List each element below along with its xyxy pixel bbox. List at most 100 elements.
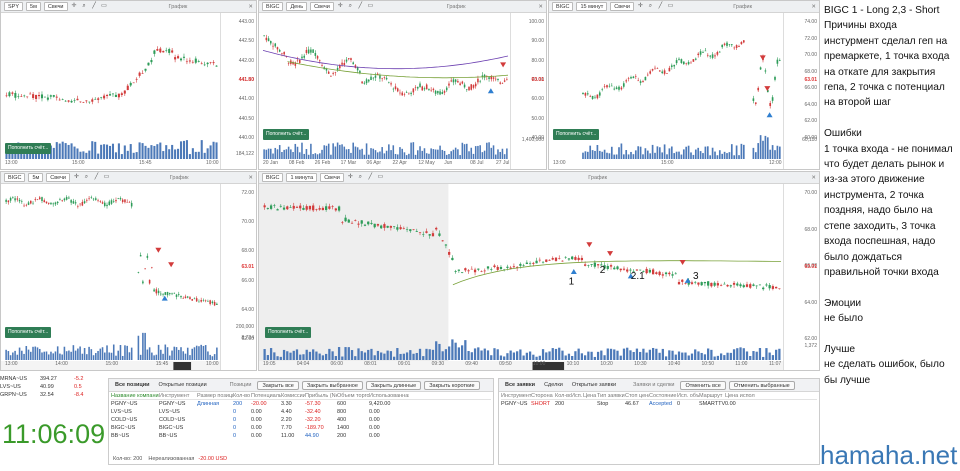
table-row[interactable]: BIGC~US BIGC~US 0 0.00 7.70 -189.70 1400 0.00 [111, 424, 491, 432]
fund-account-button[interactable]: Пополнить счёт... [263, 129, 310, 140]
trendline-icon[interactable]: ╱ [357, 3, 364, 10]
volume-bar [156, 144, 159, 159]
close-all-button[interactable]: Закрыть все [257, 380, 299, 390]
table-row[interactable]: PGNY~US PGNY~US Длинная 200 -20.00 3.30 -57.30… [111, 400, 491, 408]
chart-panel-spy[interactable]: SPY 5м Свечи ✛ ⌕ ╱ ▭ График ✕ 443.00 442.… [0, 0, 257, 170]
table-row[interactable]: LVS~US LVS~US 0 0.00 4.40 -32.40 800 0.00 [111, 408, 491, 416]
symbol-selector[interactable]: BIGC [262, 173, 284, 182]
volume-bar [668, 350, 671, 360]
candle-body [332, 72, 334, 74]
rectangle-icon[interactable]: ▭ [367, 3, 374, 10]
candle-body [263, 35, 265, 37]
table-cell: 0 [233, 409, 237, 415]
candles-area[interactable]: 122.1 3 [259, 184, 785, 371]
fund-account-button[interactable]: Пополнить счёт... [553, 129, 600, 140]
watchlist-sym: MRNA~US [0, 376, 28, 382]
table-row[interactable]: BB~US BB~US 0 0.00 11.00 44.90 200 0.00 [111, 432, 491, 440]
symbol-selector[interactable]: SPY [4, 2, 24, 11]
cancel-selected-button[interactable]: Отменить выбранные [728, 380, 795, 390]
candle-body [661, 274, 664, 276]
chart-type-selector[interactable]: Свечи [46, 173, 70, 182]
price-tick: 442.00 [238, 57, 254, 64]
tab-trades[interactable]: Сделки [541, 382, 566, 388]
trendline-icon[interactable]: ╱ [367, 174, 374, 181]
candle-body [119, 198, 122, 200]
chart-panel-bigc-day[interactable]: BIGC День Свечи ✛ ⌕ ╱ ▭ График ✕ 100.00 9… [258, 0, 547, 170]
close-icon[interactable]: ✕ [248, 4, 253, 10]
candles-area[interactable] [259, 13, 512, 170]
chart-type-selector[interactable]: Свечи [310, 2, 334, 11]
rectangle-icon[interactable]: ▭ [103, 174, 110, 181]
candle-body [279, 205, 282, 207]
candle-body [412, 229, 415, 231]
crosshair-icon[interactable]: ✛ [73, 174, 80, 181]
tab-all-orders[interactable]: Все заявки [502, 382, 538, 388]
trendline-icon[interactable]: ╱ [93, 174, 100, 181]
magnifier-icon[interactable]: ⌕ [647, 3, 654, 10]
volume-bar [661, 348, 664, 360]
watchlist-row[interactable]: MRNA~US 394.27 -5.2 [0, 375, 100, 383]
magnifier-icon[interactable]: ⌕ [81, 3, 88, 10]
rectangle-icon[interactable]: ▭ [101, 3, 108, 10]
fund-account-button[interactable]: Пополнить счёт... [5, 327, 52, 338]
tab-open-orders[interactable]: Открытые заявки [569, 382, 619, 388]
rectangle-icon[interactable]: ▭ [377, 174, 384, 181]
close-icon[interactable]: ✕ [811, 175, 816, 181]
chart-panel-bigc-15m[interactable]: BIGC 15 минут Свечи ✛ ⌕ ╱ ▭ График ✕ 74.… [548, 0, 820, 170]
magnifier-icon[interactable]: ⌕ [347, 3, 354, 10]
close-short-button[interactable]: Закрыть короткие [424, 380, 480, 390]
crosshair-icon[interactable]: ✛ [71, 3, 78, 10]
candles-area[interactable] [549, 13, 785, 170]
table-row[interactable]: PGNY~US SHORT 200 Stop 46.67 Accepted 0 SMARTTV… [501, 400, 817, 408]
candle-body [150, 60, 153, 63]
crosshair-icon[interactable]: ✛ [347, 174, 354, 181]
symbol-selector[interactable]: BIGC [262, 2, 284, 11]
interval-selector[interactable]: 5м [28, 173, 44, 182]
time-tick: 06 Apr [366, 160, 382, 166]
tab-open-positions[interactable]: Открытые позиции [156, 382, 210, 388]
symbol-selector[interactable]: BIGC [4, 173, 26, 182]
chart-panel-bigc-5m[interactable]: BIGC 5м Свечи ✛ ⌕ ╱ ▭ График ✕ 72.00 70.0… [0, 171, 257, 371]
table-row[interactable]: COLD~US COLD~US 0 0.00 2.20 -32.20 400 0.00 [111, 416, 491, 424]
candle-body [778, 60, 781, 61]
moving-average-line [287, 61, 509, 79]
candles-area[interactable] [1, 184, 222, 371]
close-long-button[interactable]: Закрыть длинные [365, 380, 422, 390]
volume-bar [635, 348, 639, 360]
interval-selector[interactable]: 15 минут [576, 2, 608, 11]
volume-bar [168, 149, 171, 159]
symbol-selector[interactable]: BIGC [552, 2, 574, 11]
magnifier-icon[interactable]: ⌕ [357, 174, 364, 181]
close-icon[interactable]: ✕ [538, 4, 543, 10]
chart-panel-bigc-1m[interactable]: BIGC 1 минута Свечи ✛ ⌕ ╱ ▭ График ✕ 122… [258, 171, 820, 371]
chart-type-selector[interactable]: Свечи [610, 2, 634, 11]
chart-type-selector[interactable]: Свечи [43, 2, 68, 11]
trendline-icon[interactable]: ╱ [657, 3, 664, 10]
volume-bar [687, 145, 690, 159]
interval-selector[interactable]: День [286, 2, 308, 11]
trendline-icon[interactable]: ╱ [91, 3, 98, 10]
time-tick: 26 Feb [314, 160, 331, 166]
volume-bar [52, 147, 55, 159]
close-icon[interactable]: ✕ [811, 4, 816, 10]
candle-body [548, 259, 551, 261]
volume-bar [52, 353, 54, 360]
cancel-all-button[interactable]: Отменить все [680, 380, 726, 390]
tab-all-positions[interactable]: Все позиции [112, 382, 153, 388]
crosshair-icon[interactable]: ✛ [637, 3, 644, 10]
interval-selector[interactable]: 1 минута [286, 173, 318, 182]
crosshair-icon[interactable]: ✛ [337, 3, 344, 10]
watchlist-row[interactable]: LVS~US 40.99 0.5 [0, 383, 100, 391]
close-icon[interactable]: ✕ [248, 175, 253, 181]
volume-bar [111, 143, 115, 159]
fund-account-button[interactable]: Пополнить счёт... [5, 143, 52, 154]
rectangle-icon[interactable]: ▭ [667, 3, 674, 10]
watchlist-row[interactable]: GRPN~US 32.54 -8.4 [0, 391, 100, 399]
fund-account-button[interactable]: Пополнить счёт... [265, 327, 312, 338]
time-tick: 22 Apr [392, 160, 407, 166]
chart-type-selector[interactable]: Свечи [320, 173, 344, 182]
interval-selector[interactable]: 5м [26, 2, 41, 11]
close-selected-button[interactable]: Закрыть выбранное [301, 380, 363, 390]
magnifier-icon[interactable]: ⌕ [83, 174, 90, 181]
volume-bar [606, 348, 609, 360]
